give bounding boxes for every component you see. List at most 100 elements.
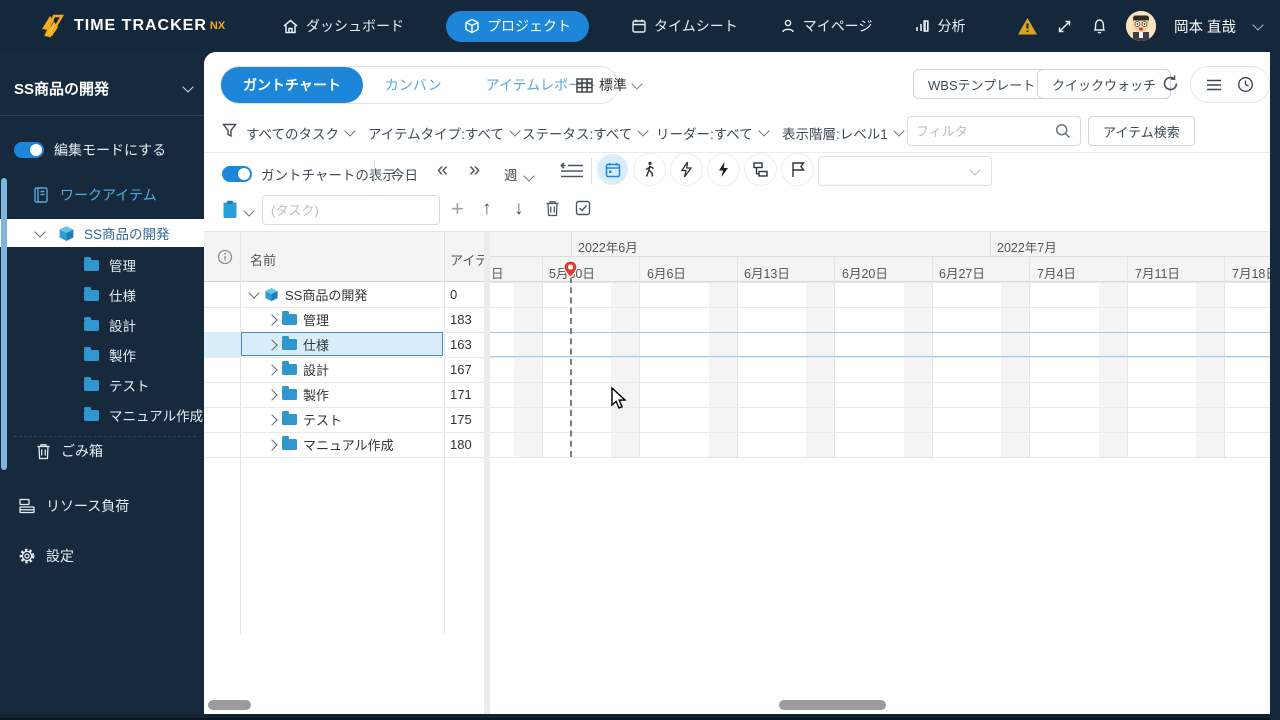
gantt-toggle-row[interactable]: ガントチャートの表示 <box>222 164 396 184</box>
sidebar-item-work-items[interactable]: ワークアイテム <box>32 185 157 205</box>
table-row[interactable]: 設計 167 <box>204 357 484 383</box>
filter-leader[interactable]: リーダー:すべて <box>656 123 770 143</box>
sidebar-folder-item[interactable]: 管理 <box>84 255 136 275</box>
toolbar-divider <box>374 160 375 184</box>
today-button[interactable]: 今日 <box>391 164 418 184</box>
folder-icon <box>84 316 99 331</box>
column-header-count[interactable]: アイテ <box>450 250 484 269</box>
selected-row-band <box>490 332 1270 357</box>
filter-item-type[interactable]: アイテムタイプ:すべて <box>368 123 521 143</box>
lightning-outline-button[interactable] <box>671 154 702 185</box>
month-divider <box>571 232 572 257</box>
row-expand-icon[interactable] <box>266 438 278 451</box>
clipboard-icon[interactable] <box>222 200 238 219</box>
warning-icon[interactable] <box>1017 17 1038 36</box>
chart-horizontal-scrollbar[interactable] <box>779 700 886 710</box>
move-down-icon[interactable]: ↓ <box>514 198 524 220</box>
edit-mode-toggle[interactable] <box>14 142 44 158</box>
folder-icon <box>282 361 297 375</box>
filter-status[interactable]: ステータス:すべて <box>522 123 649 143</box>
app-logo[interactable]: TIME TRACKER NX <box>38 13 225 39</box>
toolbar-divider <box>591 158 592 184</box>
search-icon[interactable] <box>1055 123 1071 139</box>
table-horizontal-scrollbar[interactable] <box>208 700 251 710</box>
today-pin-icon[interactable] <box>562 260 579 279</box>
filter-hierarchy[interactable]: 表示階層:レベル1 <box>782 123 905 143</box>
sidebar-folder-item[interactable]: 製作 <box>84 345 136 365</box>
outdent-icon[interactable] <box>560 162 584 180</box>
refresh-icon[interactable] <box>1161 74 1180 93</box>
hierarchy-boxes-button[interactable] <box>745 154 776 185</box>
lightning-filled-button[interactable] <box>708 154 739 185</box>
folder-icon <box>84 346 99 361</box>
gantt-visibility-toggle[interactable] <box>222 166 252 182</box>
table-row[interactable]: テスト 175 <box>204 407 484 433</box>
sidebar-scrollbar[interactable] <box>1 178 7 470</box>
row-expand-icon[interactable] <box>266 413 278 426</box>
table-row[interactable]: SS商品の開発 0 <box>204 282 484 308</box>
calendar-icon <box>631 18 647 34</box>
work-item-table: 名前 アイテ SS商品の開発 0 管理 183 仕様 163 設計 167 製作… <box>204 232 484 714</box>
table-row[interactable]: マニュアル作成 180 <box>204 432 484 458</box>
view-preset-selector[interactable]: 標準 <box>576 75 643 95</box>
tab-gantt-chart[interactable]: ガントチャート <box>221 67 363 103</box>
sidebar-item-trash[interactable]: ごみ箱 <box>36 441 103 461</box>
trash-icon <box>36 443 51 460</box>
sidebar-item-resource-load[interactable]: リソース負荷 <box>18 496 129 516</box>
row-selection-gutter <box>204 332 240 357</box>
add-icon[interactable]: + <box>451 196 464 222</box>
row-expand-icon[interactable] <box>266 313 278 326</box>
menu-lines-icon[interactable] <box>1206 79 1222 91</box>
user-menu-chevron-icon[interactable] <box>1252 18 1264 31</box>
nav-dashboard[interactable]: ダッシュボード <box>282 16 404 36</box>
nav-mypage[interactable]: マイページ <box>780 16 872 36</box>
quick-watch-button[interactable]: クイックウォッチ <box>1037 69 1172 99</box>
nav-analytics[interactable]: 分析 <box>914 16 965 36</box>
page-back-icon[interactable]: « <box>437 160 448 180</box>
page-forward-icon[interactable]: » <box>469 160 480 180</box>
nav-project[interactable]: プロジェクト <box>446 10 589 42</box>
avatar[interactable] <box>1125 11 1156 41</box>
chevron-down-icon <box>758 125 770 137</box>
tab-kanban[interactable]: カンバン <box>363 67 464 103</box>
folder-icon <box>282 311 297 325</box>
wbs-template-button[interactable]: WBSテンプレート <box>913 69 1051 99</box>
item-search-button[interactable]: アイテム検索 <box>1088 116 1195 146</box>
checkbox-icon[interactable] <box>575 200 591 216</box>
row-expand-icon[interactable] <box>266 338 278 351</box>
filter-task-scope[interactable]: すべてのタスク <box>246 123 356 143</box>
row-expand-icon[interactable] <box>266 388 278 401</box>
sidebar-folder-item[interactable]: 仕様 <box>84 285 136 305</box>
table-row-selected[interactable]: 仕様 163 <box>204 332 484 358</box>
filter-funnel-icon[interactable] <box>222 123 237 138</box>
window-bottom-edge <box>0 714 1280 720</box>
row-gridlines <box>490 282 1270 458</box>
task-input[interactable] <box>262 195 440 225</box>
scale-select[interactable]: 週 <box>504 164 535 184</box>
clipboard-chevron-icon[interactable] <box>243 205 255 217</box>
row-collapse-icon[interactable] <box>248 287 260 299</box>
table-row[interactable]: 管理 183 <box>204 307 484 333</box>
edit-mode-toggle-row[interactable]: 編集モードにする <box>14 140 166 160</box>
sidebar-project-selector[interactable]: SS商品の開発 <box>14 78 194 99</box>
bell-icon[interactable] <box>1091 17 1108 35</box>
row-expand-icon[interactable] <box>266 363 278 376</box>
delete-icon[interactable] <box>545 200 560 217</box>
sidebar-folder-item[interactable]: マニュアル作成 <box>84 405 203 425</box>
history-clock-icon[interactable] <box>1237 76 1254 93</box>
baseline-select[interactable] <box>818 156 992 186</box>
walker-mode-button[interactable] <box>634 154 665 185</box>
move-up-icon[interactable]: ↑ <box>482 198 492 220</box>
table-row[interactable]: 製作 171 <box>204 382 484 408</box>
flag-button[interactable] <box>782 154 813 185</box>
column-header-name[interactable]: 名前 <box>250 250 276 269</box>
tree-root-project[interactable]: SS商品の開発 <box>0 219 204 247</box>
tree-root-expand-icon[interactable] <box>34 225 46 238</box>
sidebar-folder-item[interactable]: テスト <box>84 375 150 395</box>
fullscreen-icon[interactable] <box>1056 18 1073 35</box>
calendar-mode-button[interactable] <box>597 154 628 185</box>
sidebar-item-settings[interactable]: 設定 <box>18 546 74 566</box>
sidebar-folder-item[interactable]: 設計 <box>84 315 136 335</box>
nav-timesheet[interactable]: タイムシート <box>631 16 738 36</box>
row-count: 0 <box>450 287 458 302</box>
